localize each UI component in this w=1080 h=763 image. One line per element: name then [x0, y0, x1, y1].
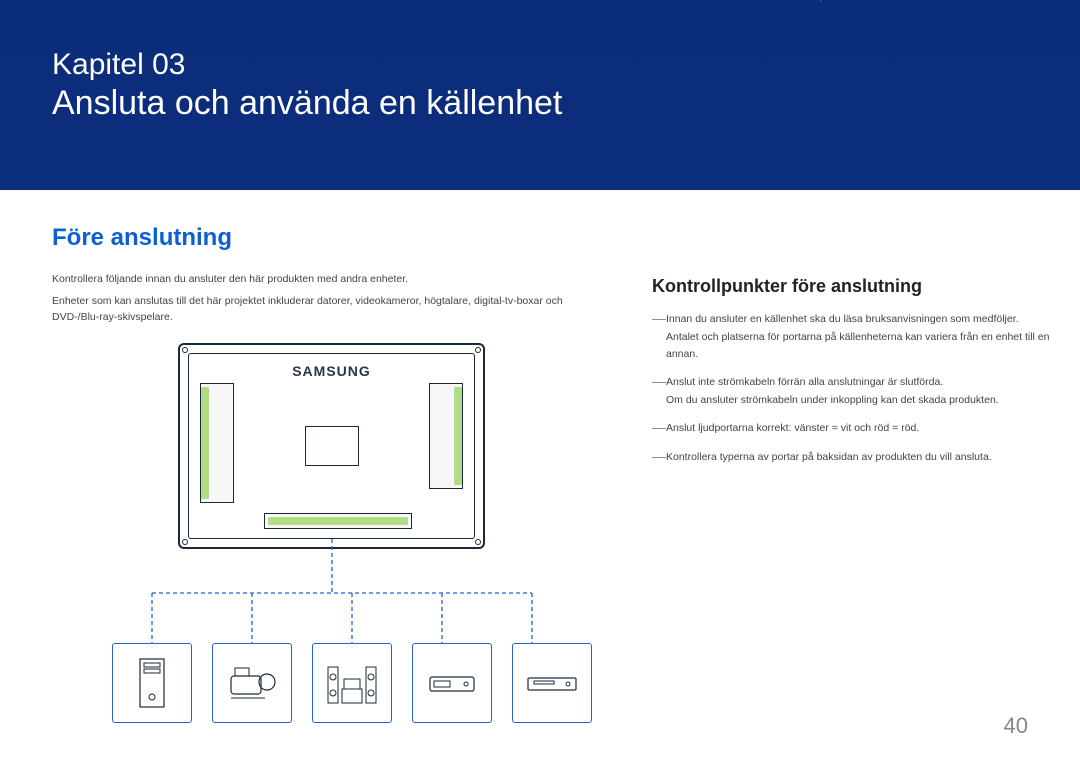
tv-vesa-plate [305, 426, 359, 466]
page-number: 40 [1004, 713, 1028, 739]
checkpoint-item: ― Anslut ljudportarna korrekt: vänster =… [652, 420, 1052, 436]
device-dvd-player [512, 643, 592, 723]
device-row [112, 643, 592, 723]
intro-paragraph-2: Enheter som kan anslutas till det här pr… [52, 294, 612, 326]
intro-paragraph-1: Kontrollera följande innan du ansluter d… [52, 272, 612, 288]
dash-icon: ― [652, 374, 666, 388]
checkpoint-text: Anslut inte strömkabeln förrän alla ansl… [666, 376, 943, 388]
tv-back-panel: SAMSUNG [178, 343, 485, 549]
checkpoints-list: ― Innan du ansluter en källenhet ska du … [652, 311, 1052, 465]
checkpoint-text: Kontrollera typerna av portar på baksida… [666, 451, 992, 463]
dvd-player-icon [524, 670, 580, 696]
checkpoint-subtext: Om du ansluter strömkabeln under inkoppl… [666, 392, 1052, 408]
computer-tower-icon [132, 655, 172, 711]
set-top-box-icon [424, 669, 480, 697]
connection-diagram: SAMSUNG [52, 343, 612, 723]
checkpoints-heading: Kontrollpunkter före anslutning [652, 276, 1052, 297]
speaker-system-icon [324, 659, 380, 707]
page-content: Före anslutning Kontrollera följande inn… [0, 190, 1080, 723]
checkpoint-text: Innan du ansluter en källenhet ska du lä… [666, 313, 1019, 325]
checkpoint-item: ― Anslut inte strömkabeln förrän alla an… [652, 374, 1052, 409]
checkpoint-item: ― Kontrollera typerna av portar på baksi… [652, 449, 1052, 465]
device-speaker-system [312, 643, 392, 723]
port-highlight-bottom [268, 517, 408, 525]
dash-icon: ― [652, 311, 666, 325]
checkpoint-text: Anslut ljudportarna korrekt: vänster = v… [666, 422, 919, 434]
left-column: Före anslutning Kontrollera följande inn… [52, 224, 612, 723]
section-heading: Före anslutning [52, 224, 612, 252]
port-highlight-left [201, 387, 209, 499]
checkpoint-subtext: Antalet och platserna för portarna på kä… [666, 329, 1052, 362]
tv-brand-label: SAMSUNG [292, 363, 371, 379]
right-column: Kontrollpunkter före anslutning ― Innan … [652, 224, 1052, 723]
checkpoint-item: ― Innan du ansluter en källenhet ska du … [652, 311, 1052, 362]
dash-icon: ― [652, 420, 666, 434]
device-set-top-box [412, 643, 492, 723]
device-computer-tower [112, 643, 192, 723]
banner-decorative-pattern [820, 0, 1080, 190]
chapter-banner: Kapitel 03 Ansluta och använda en källen… [0, 0, 1080, 190]
port-highlight-right [454, 387, 462, 485]
video-camera-icon [225, 662, 279, 704]
device-video-camera [212, 643, 292, 723]
dash-icon: ― [652, 449, 666, 463]
